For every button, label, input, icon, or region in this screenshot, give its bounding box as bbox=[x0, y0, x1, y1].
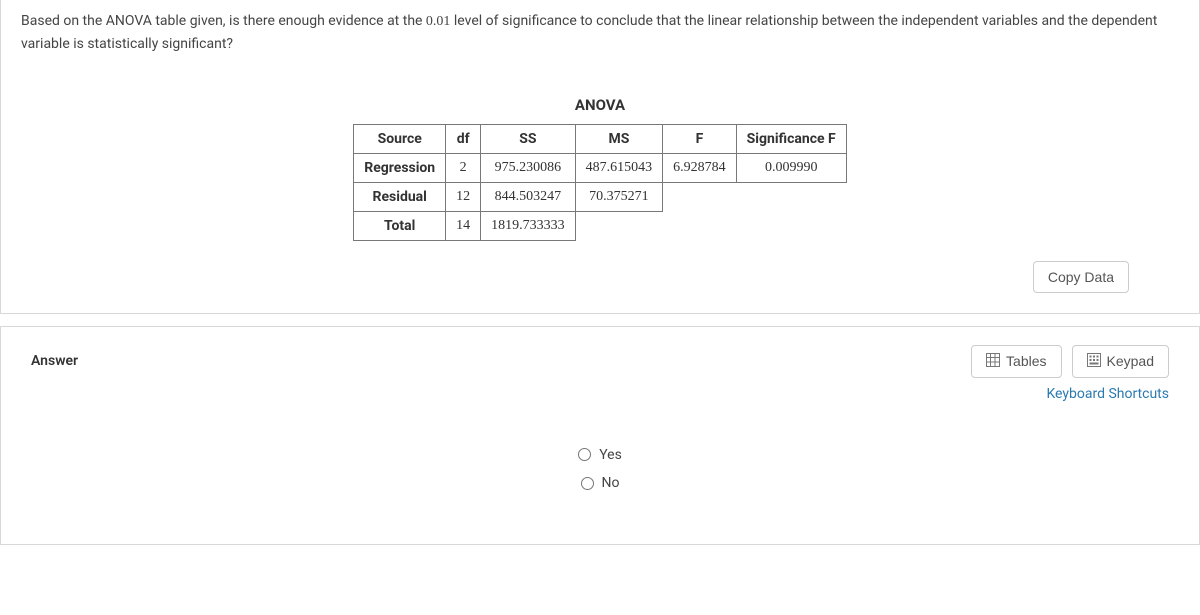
radio-no-label[interactable]: No bbox=[581, 475, 620, 491]
cell-f: 6.928784 bbox=[663, 153, 737, 182]
significance-level: 0.01 bbox=[426, 14, 451, 29]
cell-source: Regression bbox=[354, 153, 446, 182]
radio-no-text: No bbox=[602, 475, 620, 491]
cell-f-empty bbox=[663, 182, 737, 211]
cell-ss: 975.230086 bbox=[481, 153, 576, 182]
cell-ms-empty bbox=[575, 211, 663, 240]
question-text: Based on the ANOVA table given, is there… bbox=[21, 10, 1179, 56]
keyboard-shortcuts-link[interactable]: Keyboard Shortcuts bbox=[31, 386, 1169, 402]
tables-button[interactable]: Tables bbox=[971, 345, 1061, 378]
keypad-icon bbox=[1087, 353, 1101, 370]
cell-ss: 1819.733333 bbox=[481, 211, 576, 240]
radio-option-yes: Yes bbox=[31, 447, 1169, 466]
anova-title: ANOVA bbox=[21, 96, 1179, 114]
radio-yes-label[interactable]: Yes bbox=[578, 447, 622, 463]
tables-label: Tables bbox=[1006, 353, 1046, 369]
anova-container: ANOVA Source df SS MS F Significance F R… bbox=[21, 96, 1179, 241]
cell-ss: 844.503247 bbox=[481, 182, 576, 211]
copy-data-label: Copy Data bbox=[1048, 269, 1114, 285]
answer-buttons: Tables Keypad bbox=[971, 345, 1169, 378]
cell-sigf-empty bbox=[736, 211, 846, 240]
col-f: F bbox=[663, 124, 737, 153]
table-row: Regression 2 975.230086 487.615043 6.928… bbox=[354, 153, 847, 182]
cell-ms: 70.375271 bbox=[575, 182, 663, 211]
radio-yes-input[interactable] bbox=[578, 448, 591, 461]
radio-option-no: No bbox=[31, 475, 1169, 494]
copy-data-row: Copy Data bbox=[21, 261, 1179, 293]
cell-source: Residual bbox=[354, 182, 446, 211]
answer-header: Answer Tables Keypad bbox=[31, 345, 1169, 378]
answer-label: Answer bbox=[31, 353, 78, 369]
cell-f-empty bbox=[663, 211, 737, 240]
question-prefix: Based on the ANOVA table given, is there… bbox=[21, 13, 426, 29]
cell-sigf: 0.009990 bbox=[736, 153, 846, 182]
anova-table: Source df SS MS F Significance F Regress… bbox=[353, 124, 847, 241]
question-section: Based on the ANOVA table given, is there… bbox=[0, 0, 1200, 314]
answer-section: Answer Tables Keypad Keyboard Shortcuts … bbox=[0, 326, 1200, 545]
keypad-label: Keypad bbox=[1107, 353, 1154, 369]
cell-df: 14 bbox=[446, 211, 481, 240]
col-sigf: Significance F bbox=[736, 124, 846, 153]
table-row: Total 14 1819.733333 bbox=[354, 211, 847, 240]
copy-data-button[interactable]: Copy Data bbox=[1033, 261, 1129, 293]
radio-no-input[interactable] bbox=[581, 477, 594, 490]
table-header-row: Source df SS MS F Significance F bbox=[354, 124, 847, 153]
table-icon bbox=[986, 353, 1000, 370]
col-ss: SS bbox=[481, 124, 576, 153]
cell-source: Total bbox=[354, 211, 446, 240]
cell-df: 12 bbox=[446, 182, 481, 211]
col-df: df bbox=[446, 124, 481, 153]
radio-group: Yes No bbox=[31, 447, 1169, 494]
cell-df: 2 bbox=[446, 153, 481, 182]
table-row: Residual 12 844.503247 70.375271 bbox=[354, 182, 847, 211]
radio-yes-text: Yes bbox=[599, 447, 622, 463]
col-source: Source bbox=[354, 124, 446, 153]
cell-sigf-empty bbox=[736, 182, 846, 211]
col-ms: MS bbox=[575, 124, 663, 153]
keypad-button[interactable]: Keypad bbox=[1072, 345, 1169, 378]
cell-ms: 487.615043 bbox=[575, 153, 663, 182]
